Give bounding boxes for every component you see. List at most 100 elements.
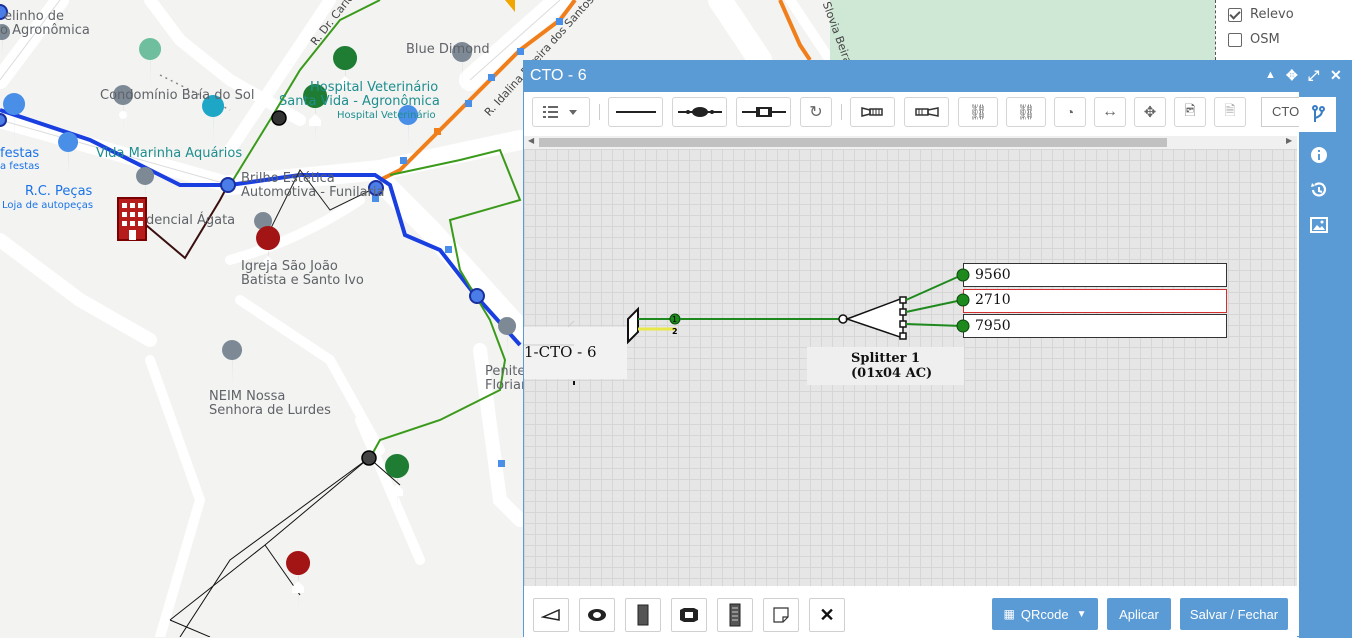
splice-button[interactable] xyxy=(672,97,727,127)
image-icon[interactable] xyxy=(1309,215,1329,235)
add-dio-button[interactable] xyxy=(625,598,661,632)
checkbox-checked[interactable] xyxy=(1228,7,1242,22)
fiber-number-label: 1 xyxy=(672,315,677,324)
qrcode-icon: ▦ xyxy=(1003,607,1015,621)
diagram-canvas[interactable]: 1-CTO - 6 Splitter 1 (01x04 AC) 9560 271… xyxy=(524,149,1297,586)
toolbar-separator xyxy=(841,104,842,120)
add-splice-button[interactable] xyxy=(579,598,615,632)
port-node[interactable] xyxy=(956,293,970,307)
add-box-button[interactable] xyxy=(671,598,707,632)
add-rack-button[interactable] xyxy=(717,598,753,632)
branch-icon xyxy=(1312,105,1325,122)
right-sidebar xyxy=(1299,92,1352,638)
layer-osm[interactable]: OSM xyxy=(1228,32,1280,47)
cable-end-right-button[interactable] xyxy=(904,97,949,127)
tab-diagram[interactable] xyxy=(1299,97,1336,132)
rotate-button[interactable]: ↻ xyxy=(800,97,832,127)
map-label: R.C. Peças xyxy=(25,184,93,199)
info-icon[interactable] xyxy=(1309,145,1329,165)
qrcode-button[interactable]: ▦ QRcode ▼ xyxy=(992,598,1098,630)
list-dropdown-button[interactable] xyxy=(532,97,590,127)
map-label: Automotiva - Funilaria xyxy=(241,185,385,200)
pdf-file-icon: 🗎 xyxy=(1224,102,1236,118)
rack-icon xyxy=(729,603,741,627)
apply-button[interactable]: Aplicar xyxy=(1107,598,1171,630)
add-cable-end-button[interactable] xyxy=(533,598,569,632)
close-icon[interactable]: ✕ xyxy=(1330,67,1342,84)
list-icon xyxy=(543,106,577,118)
fiber-line-button[interactable] xyxy=(608,97,663,127)
scrollbar-thumb[interactable] xyxy=(539,138,1167,147)
toolbar: ↻ ⛓ ⛓ ◔ ↔ ✥ 🖻 🗎 CTO xyxy=(524,92,1301,136)
search-input[interactable]: CTO xyxy=(1261,97,1301,127)
map-label: Santa Vida - Agronômica xyxy=(279,94,440,109)
connector-icon xyxy=(741,107,786,117)
add-note-button[interactable] xyxy=(763,598,799,632)
move-icon[interactable]: ✥ xyxy=(1286,67,1298,84)
scroll-left-icon[interactable]: ◀ xyxy=(528,136,534,145)
map-label: Igreja São João xyxy=(241,259,338,274)
line-icon xyxy=(615,111,656,113)
output-fiber[interactable] xyxy=(905,323,963,327)
export-image-button[interactable]: 🖻 xyxy=(1174,97,1206,127)
layer-label: OSM xyxy=(1250,32,1280,47)
output-fiber[interactable] xyxy=(905,299,963,313)
broken-link-button[interactable]: ⛓ xyxy=(1006,97,1046,127)
save-close-button[interactable]: Salvar / Fechar xyxy=(1180,598,1288,630)
connector-button[interactable] xyxy=(736,97,791,127)
checkbox[interactable] xyxy=(1228,32,1242,47)
map-label: o Agronômica xyxy=(0,23,90,38)
gauge-icon: ◔ xyxy=(1065,104,1075,120)
layer-relevo[interactable]: Relevo xyxy=(1228,7,1294,22)
unlink-button[interactable]: ⛓ xyxy=(958,97,998,127)
close-icon: ✕ xyxy=(819,604,835,625)
map-label: Hospital Veterinário xyxy=(337,110,436,121)
unlink-icon: ⛓ xyxy=(968,104,988,121)
move-arrows-icon: ✥ xyxy=(1143,104,1157,121)
window-titlebar[interactable]: CTO - 6 ▲ ✥ ⤢ ✕ xyxy=(524,61,1352,92)
horizontal-scrollbar[interactable]: ◀ ▶ xyxy=(524,136,1297,149)
map-label: dencial Ágata xyxy=(146,213,236,228)
image-file-icon: 🖻 xyxy=(1184,102,1196,118)
map-label: festas xyxy=(0,146,40,161)
meter-button[interactable]: ◔ xyxy=(1054,97,1086,127)
redo-icon: ↻ xyxy=(809,104,823,121)
port-node[interactable] xyxy=(956,319,970,333)
map-label: NEIM Nossa xyxy=(209,389,286,404)
map-label: Loja de autopeças xyxy=(2,200,94,211)
map-label: Condomínio Baía do Sol xyxy=(100,88,255,103)
caret-down-icon: ▼ xyxy=(1076,608,1087,620)
diagram-svg: 1 2 xyxy=(524,268,970,385)
bottom-toolbar: ✕ ▦ QRcode ▼ Aplicar Salvar / Fechar xyxy=(524,586,1297,638)
cto-window: CTO - 6 ▲ ✥ ⤢ ✕ ↻ ⛓ ⛓ ◔ ↔ ✥ 🖻 🗎 CTO ◀ ▶ … xyxy=(523,60,1352,638)
splice-icon xyxy=(677,107,722,117)
map-label: Brilho Estética xyxy=(241,171,335,186)
output-fiber[interactable] xyxy=(905,274,963,301)
splitter-shape[interactable] xyxy=(844,296,904,340)
qrcode-label: QRcode xyxy=(1020,606,1069,622)
layer-label: Relevo xyxy=(1250,7,1294,22)
broken-link-icon: ⛓ xyxy=(1016,104,1036,121)
note-icon xyxy=(773,607,789,623)
panel-icon xyxy=(637,604,649,626)
map-label: Senhora de Lurdes xyxy=(209,403,331,418)
map-label: Blue Dimond xyxy=(406,42,490,57)
horizontal-fit-button[interactable]: ↔ xyxy=(1094,97,1126,127)
cable-end-shape[interactable] xyxy=(627,306,639,345)
export-pdf-button[interactable]: 🗎 xyxy=(1214,97,1246,127)
delete-button[interactable]: ✕ xyxy=(809,598,845,632)
port-node[interactable] xyxy=(956,268,970,282)
history-icon[interactable] xyxy=(1309,180,1329,200)
toolbar-separator xyxy=(599,104,600,120)
layers-panel: Relevo OSM xyxy=(1215,0,1352,60)
cable-end-left-button[interactable] xyxy=(850,97,895,127)
maximize-icon[interactable]: ⤢ xyxy=(1308,67,1319,84)
map-label: Vida Marinha Aquários xyxy=(96,146,243,161)
cable-end-icon xyxy=(860,107,883,117)
collapse-icon[interactable]: ▲ xyxy=(1265,69,1276,81)
map-label: Floriar xyxy=(485,378,527,393)
window-title: CTO - 6 xyxy=(530,67,587,84)
cable-end-icon xyxy=(541,608,560,621)
pan-button[interactable]: ✥ xyxy=(1134,97,1166,127)
scroll-right-icon[interactable]: ▶ xyxy=(1286,136,1292,145)
